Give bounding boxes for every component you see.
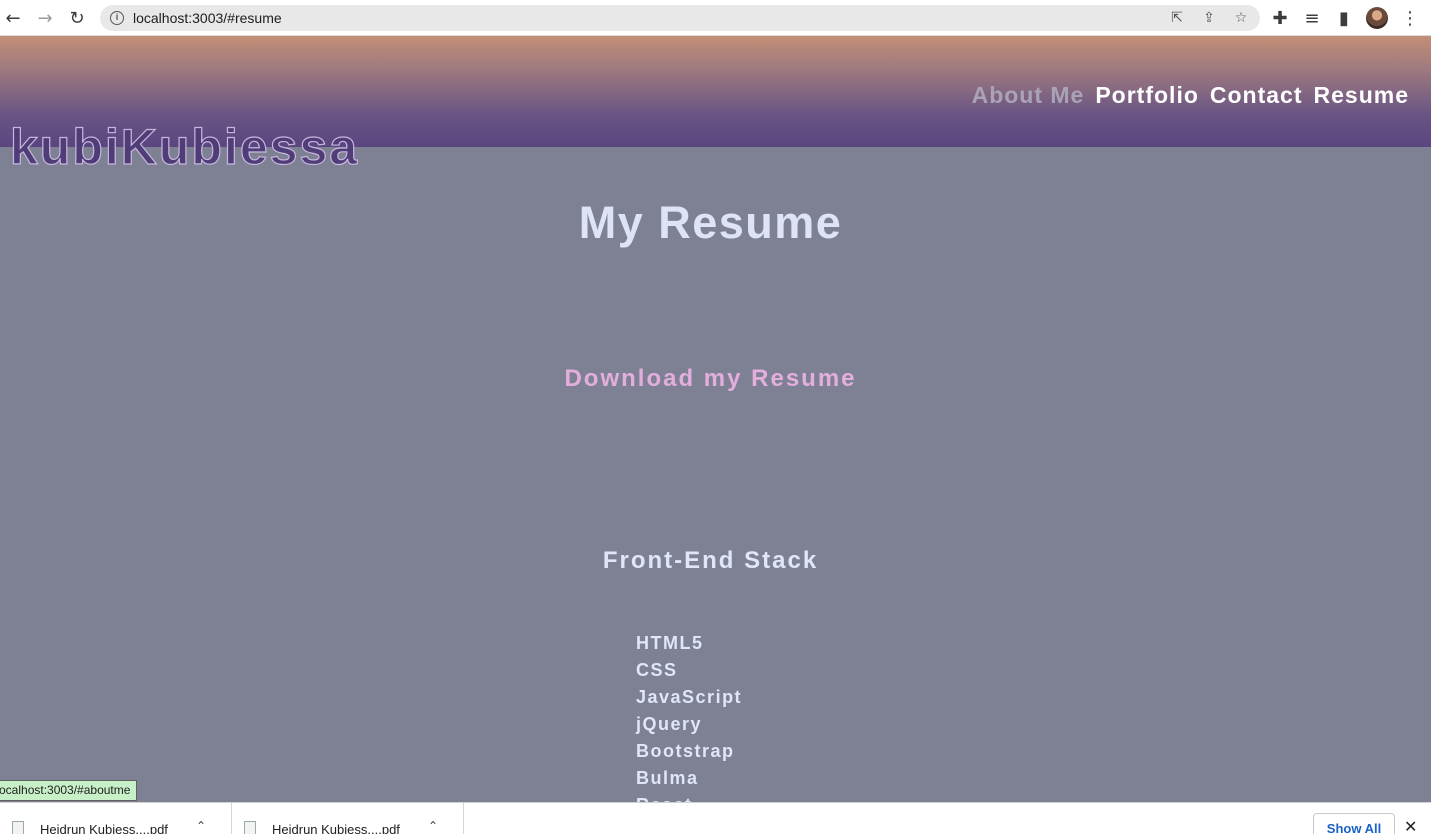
chevron-up-icon[interactable]: ⌃ [196, 819, 206, 833]
download-resume-link[interactable]: Download my Resume [0, 365, 1421, 393]
open-external-icon[interactable]: ⇱ [1167, 8, 1187, 28]
section-title: Front-End Stack [602, 547, 819, 574]
nav-link-contact[interactable]: Contact [1210, 82, 1303, 109]
forward-icon[interactable]: → [33, 6, 57, 30]
link-status-bubble: ocalhost:3003/#aboutme [0, 780, 138, 801]
download-file-name[interactable]: Heidrun Kubiess....pdf [40, 822, 168, 834]
pdf-file-icon [244, 821, 256, 834]
download-file-name[interactable]: Heidrun Kubiess....pdf [272, 822, 400, 834]
list-item: JavaScript [636, 687, 743, 707]
list-item: Bulma [636, 768, 699, 788]
list-item: jQuery [636, 714, 703, 734]
nav-link-about-me[interactable]: About Me [972, 82, 1085, 109]
main-nav: About Me Portfolio Contact Resume [972, 82, 1409, 109]
download-item[interactable]: Heidrun Kubiess....pdf ⌃ [0, 803, 232, 834]
kebab-menu-icon[interactable]: ⋮ [1398, 6, 1422, 30]
star-icon[interactable]: ☆ [1231, 8, 1251, 28]
list-item: HTML5 [636, 633, 704, 653]
pdf-file-icon [12, 821, 24, 834]
show-all-button[interactable]: Show All [1313, 813, 1395, 834]
download-item[interactable]: Heidrun Kubiess....pdf ⌃ [232, 803, 464, 834]
nav-link-resume[interactable]: Resume [1314, 82, 1409, 109]
address-bar[interactable]: i localhost:3003/#resume ⇱ ⇪ ☆ [100, 5, 1260, 31]
list-item: Bootstrap [636, 741, 735, 761]
puzzle-icon[interactable]: ✚ [1268, 6, 1292, 30]
skills-list: HTML5 CSS JavaScript jQuery Bootstrap Bu… [636, 630, 742, 819]
download-shelf: Heidrun Kubiess....pdf ⌃ Heidrun Kubiess… [0, 802, 1431, 834]
chevron-up-icon[interactable]: ⌃ [428, 819, 438, 833]
share-icon[interactable]: ⇪ [1199, 8, 1219, 28]
profile-avatar[interactable] [1366, 7, 1388, 29]
browser-toolbar: ← → ↻ i localhost:3003/#resume ⇱ ⇪ ☆ ✚ ≡… [0, 0, 1431, 36]
resume-section: My Resume Download my Resume Front-End S… [0, 147, 1431, 815]
media-queue-icon[interactable]: ≡ [1300, 6, 1324, 30]
side-panel-icon[interactable]: ▮ [1332, 6, 1356, 30]
url-text[interactable]: localhost:3003/#resume [133, 10, 282, 26]
page-title: My Resume [578, 197, 843, 248]
reload-icon[interactable]: ↻ [65, 6, 89, 30]
info-icon[interactable]: i [110, 11, 124, 25]
list-item: CSS [636, 660, 678, 680]
nav-link-portfolio[interactable]: Portfolio [1095, 82, 1199, 109]
back-icon[interactable]: ← [1, 6, 25, 30]
close-icon[interactable]: ✕ [1404, 817, 1417, 834]
